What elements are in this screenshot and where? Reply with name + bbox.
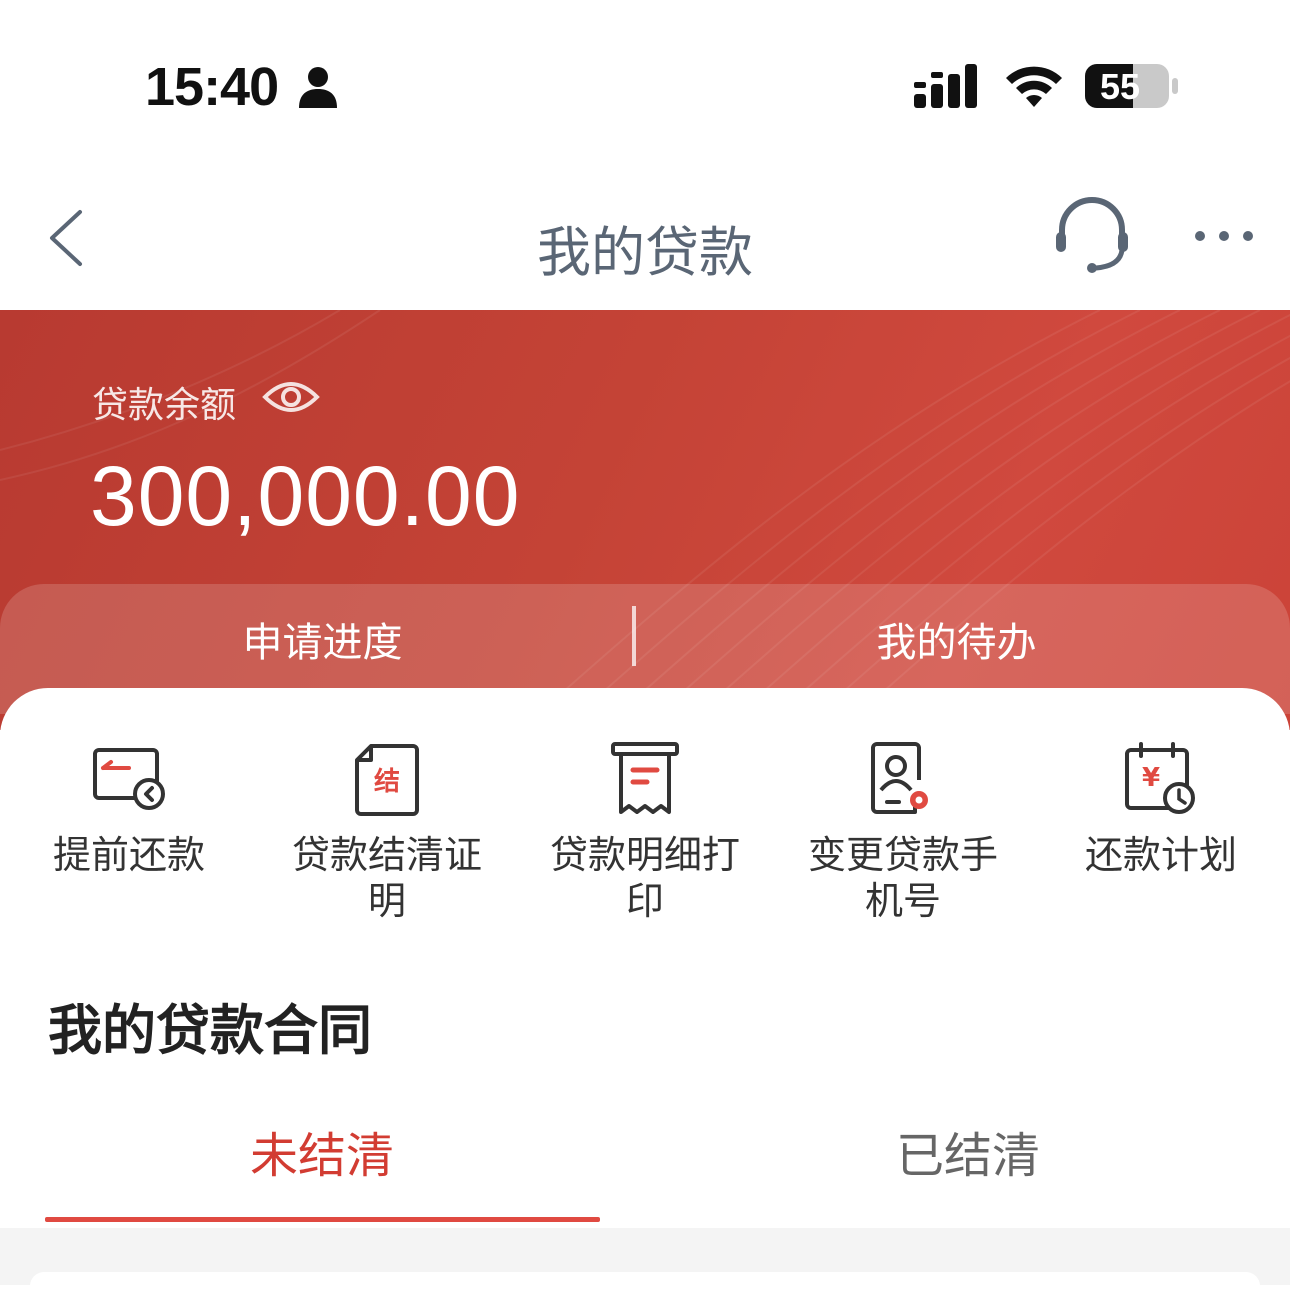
- my-todo-link[interactable]: 我的待办: [634, 610, 1279, 668]
- battery-level: 55: [1100, 66, 1141, 107]
- balance-amount: 300,000.00: [90, 449, 521, 543]
- prepay-icon: [93, 748, 165, 810]
- nav-bar: 我的贷款: [0, 170, 1290, 310]
- prepay-label: 提前还款: [52, 833, 205, 877]
- eye-icon[interactable]: [262, 374, 320, 420]
- balance-label: 贷款余额: [92, 385, 237, 426]
- receipt-print-icon: [611, 742, 679, 814]
- settlement-certificate-button[interactable]: 结 贷款结清证明: [258, 740, 516, 924]
- tab-unsettled[interactable]: 未结清: [250, 1116, 394, 1186]
- change-loan-phone-button[interactable]: 变更贷款手机号: [774, 740, 1032, 924]
- prepay-button[interactable]: 提前还款: [0, 740, 258, 878]
- loan-details-print-button[interactable]: 贷款明细打印: [516, 740, 774, 924]
- functions-card: 提前还款 结 贷款结清证明 贷款明细打印 变更贷款手机号 ¥ 还款计划 我的贷款…: [0, 688, 1290, 1228]
- change-loan-phone-label: 变更贷款手机号: [807, 833, 998, 923]
- status-time: 15:40: [145, 57, 279, 117]
- change-phone-icon: [871, 742, 928, 814]
- person-icon: [299, 67, 337, 108]
- tab-settled[interactable]: 已结清: [896, 1116, 1040, 1186]
- more-icon[interactable]: [1188, 216, 1260, 256]
- application-progress-link[interactable]: 申请进度: [0, 610, 645, 668]
- contract-card[interactable]: [30, 1272, 1260, 1302]
- loan-contracts-title: 我的贷款合同: [48, 999, 372, 1062]
- battery-icon: 55: [1084, 62, 1180, 110]
- signal-icon: [914, 64, 977, 108]
- svg-text:结: 结: [374, 767, 400, 797]
- repayment-plan-button[interactable]: ¥ 还款计划: [1032, 740, 1290, 878]
- tab-underline: [45, 1217, 600, 1222]
- repayment-plan-label: 还款计划: [1084, 833, 1237, 877]
- status-bar: 15:40 55: [0, 0, 1290, 170]
- settlement-cert-icon: 结: [355, 744, 419, 816]
- svg-text:¥: ¥: [1142, 763, 1160, 793]
- wifi-icon: [1006, 66, 1062, 107]
- settlement-certificate-label: 贷款结清证明: [291, 833, 482, 923]
- loan-details-print-label: 贷款明细打印: [549, 833, 740, 923]
- repay-plan-icon: ¥: [1125, 742, 1195, 814]
- headset-icon[interactable]: [1052, 196, 1132, 274]
